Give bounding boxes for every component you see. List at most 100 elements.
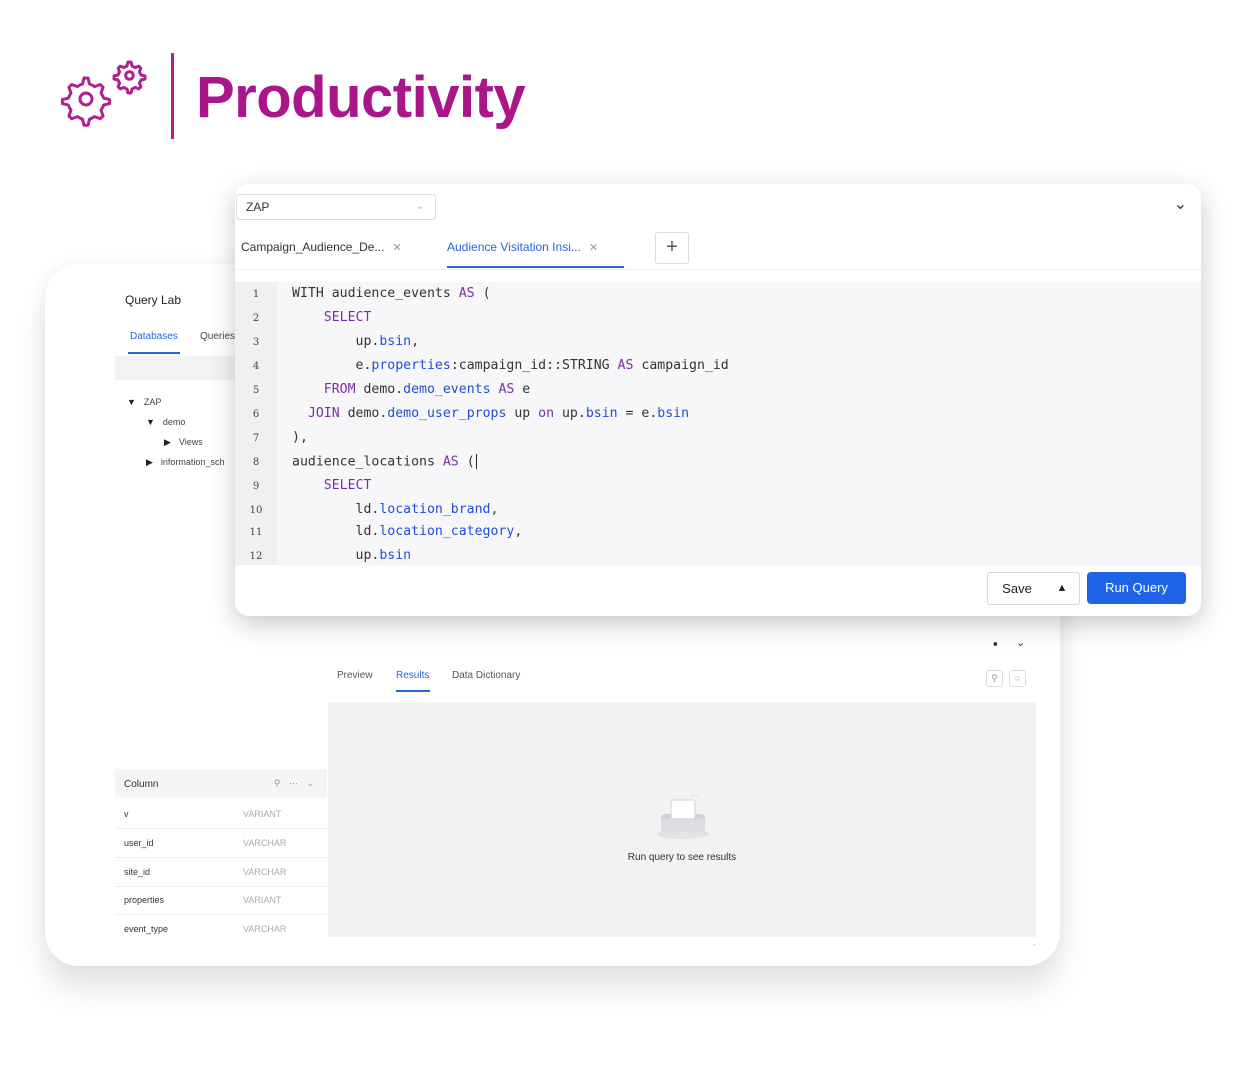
column-name: user_id	[124, 838, 154, 848]
column-type: VARIANT	[243, 895, 282, 905]
code-text: SELECT	[323, 310, 372, 325]
collapse-chevron-icon[interactable]: ⌄	[1174, 194, 1187, 214]
column-name: v	[124, 809, 129, 819]
code-text: ),	[292, 430, 308, 445]
tree-node-label: Views	[178, 437, 203, 447]
page-title: Productivity	[196, 65, 526, 130]
tree-node-views[interactable]: ▶ Views	[164, 437, 203, 448]
sql-editor-window: ZAP ⌄ ⌄ Campaign_Audience_De... ✕ Audienc…	[235, 184, 1201, 616]
column-type: VARCHAR	[243, 867, 287, 877]
code-text: WITH audience_events AS (	[292, 286, 491, 301]
column-type: VARCHAR	[243, 924, 287, 934]
chevron-down-icon: ⌄	[415, 200, 425, 212]
code-text: up.bsin,	[292, 334, 420, 349]
code-line: 4 e.properties:campaign_id::STRING AS ca…	[235, 356, 1159, 378]
column-row[interactable]: v VARIANT	[115, 799, 327, 829]
tree-node-zap[interactable]: ▼ ZAP	[127, 397, 161, 407]
gears-icon	[60, 60, 147, 127]
caret-down-icon: ▼	[127, 397, 136, 407]
search-icon[interactable]: ⚲	[986, 670, 1003, 687]
column-name: event_type	[124, 924, 169, 934]
download-icon[interactable]: ▪	[993, 636, 998, 651]
tree-node-label: information_sch	[160, 457, 225, 467]
columns-header-icons[interactable]: ⚲ ⋯ ⌄	[274, 778, 317, 789]
database-select[interactable]: ZAP ⌄	[236, 194, 436, 220]
query-lab-title: Query Lab	[125, 293, 182, 307]
results-empty-state: ··· Run query to see results	[328, 702, 1036, 937]
code-text: SELECT	[323, 478, 372, 493]
save-options-button[interactable]: ▲	[1045, 572, 1080, 605]
code-line: 9 SELECT	[235, 476, 1159, 498]
line-number: 5	[252, 385, 260, 396]
column-row[interactable]: site_id VARCHAR	[115, 857, 327, 887]
caret-right-icon: ▶	[164, 437, 171, 447]
active-tab-indicator	[447, 266, 624, 268]
header-divider	[171, 53, 174, 139]
column-type: VARCHAR	[243, 838, 287, 848]
line-number: 11	[249, 527, 263, 538]
run-query-button[interactable]: Run Query	[1087, 572, 1186, 604]
code-text: up.bsin	[292, 548, 412, 563]
code-line: 11 ld.location_category,	[235, 522, 1159, 544]
column-name: site_id	[124, 867, 151, 877]
line-number: 4	[252, 361, 260, 372]
save-button[interactable]: Save	[987, 572, 1047, 605]
tab-results[interactable]: Results	[396, 670, 429, 681]
code-line: 7),	[235, 428, 1159, 450]
line-number: 9	[252, 481, 260, 492]
query-tab-active[interactable]: Audience Visitation Insi... ✕	[447, 240, 598, 254]
code-text: audience_locations AS (	[292, 454, 477, 470]
column-row[interactable]: properties VARIANT	[115, 885, 327, 915]
column-row[interactable]: user_id VARCHAR	[115, 828, 327, 858]
caret-up-icon: ▲	[1056, 582, 1068, 594]
code-line: 10 ld.location_brand,	[235, 500, 1159, 522]
chevron-down-icon[interactable]: ⌄	[1016, 636, 1025, 649]
line-number: 10	[249, 505, 263, 516]
tree-node-label: demo	[162, 417, 186, 427]
column-row[interactable]: event_type VARCHAR	[115, 914, 327, 943]
line-number: 2	[252, 313, 260, 324]
line-number: 6	[252, 409, 260, 420]
code-text: ld.location_category,	[292, 524, 523, 539]
caret-right-icon: ▶	[146, 457, 153, 467]
tab-databases[interactable]: Databases	[130, 331, 178, 342]
columns-header-label: Column	[124, 779, 159, 790]
caret-down-icon: ▼	[146, 417, 155, 427]
code-line: 6 JOIN demo.demo_user_props up on up.bsi…	[235, 404, 1159, 426]
columns-header: Column ⚲ ⋯ ⌄	[115, 769, 327, 797]
tree-node-information-schema[interactable]: ▶ information_sch	[146, 457, 224, 468]
code-line: 5 FROM demo.demo_events AS e	[235, 380, 1159, 402]
line-number: 3	[252, 337, 260, 348]
results-tab-indicator	[396, 690, 430, 692]
line-number: 8	[252, 457, 260, 468]
tab-preview[interactable]: Preview	[337, 670, 373, 681]
text-cursor	[475, 454, 477, 469]
line-number: 12	[249, 551, 263, 562]
close-icon[interactable]: ✕	[392, 242, 401, 254]
code-line: 8 audience_locations AS (	[235, 452, 1159, 474]
code-text: ld.location_brand,	[292, 502, 499, 517]
line-number: 7	[252, 433, 260, 444]
code-line: 1 WITH audience_events AS (	[235, 284, 1159, 306]
empty-state-message: Run query to see results	[627, 852, 737, 863]
resize-dot: ·	[1033, 940, 1036, 949]
database-select-value: ZAP	[246, 200, 270, 214]
tabs-divider	[235, 269, 1201, 270]
settings-icon[interactable]: ○	[1009, 670, 1026, 687]
results-toolbar: ⚲ ○	[986, 668, 1032, 687]
active-tab-indicator	[128, 352, 180, 354]
code-text: FROM demo.demo_events AS e	[323, 382, 531, 397]
tree-node-demo[interactable]: ▼ demo	[146, 417, 185, 427]
tab-data-dictionary[interactable]: Data Dictionary	[452, 670, 520, 681]
close-icon[interactable]: ✕	[589, 242, 598, 254]
tab-queries[interactable]: Queries	[200, 331, 235, 342]
code-line: 3 up.bsin,	[235, 332, 1159, 354]
tree-node-label: ZAP	[143, 397, 162, 407]
query-tab-label: Campaign_Audience_De...	[241, 240, 385, 254]
code-text: e.properties:campaign_id::STRING AS camp…	[292, 358, 729, 373]
column-type: VARIANT	[243, 809, 282, 819]
line-number: 1	[252, 289, 260, 300]
add-tab-button[interactable]: +	[655, 232, 689, 264]
query-tab[interactable]: Campaign_Audience_De... ✕	[241, 240, 402, 254]
query-tab-label: Audience Visitation Insi...	[447, 240, 581, 254]
